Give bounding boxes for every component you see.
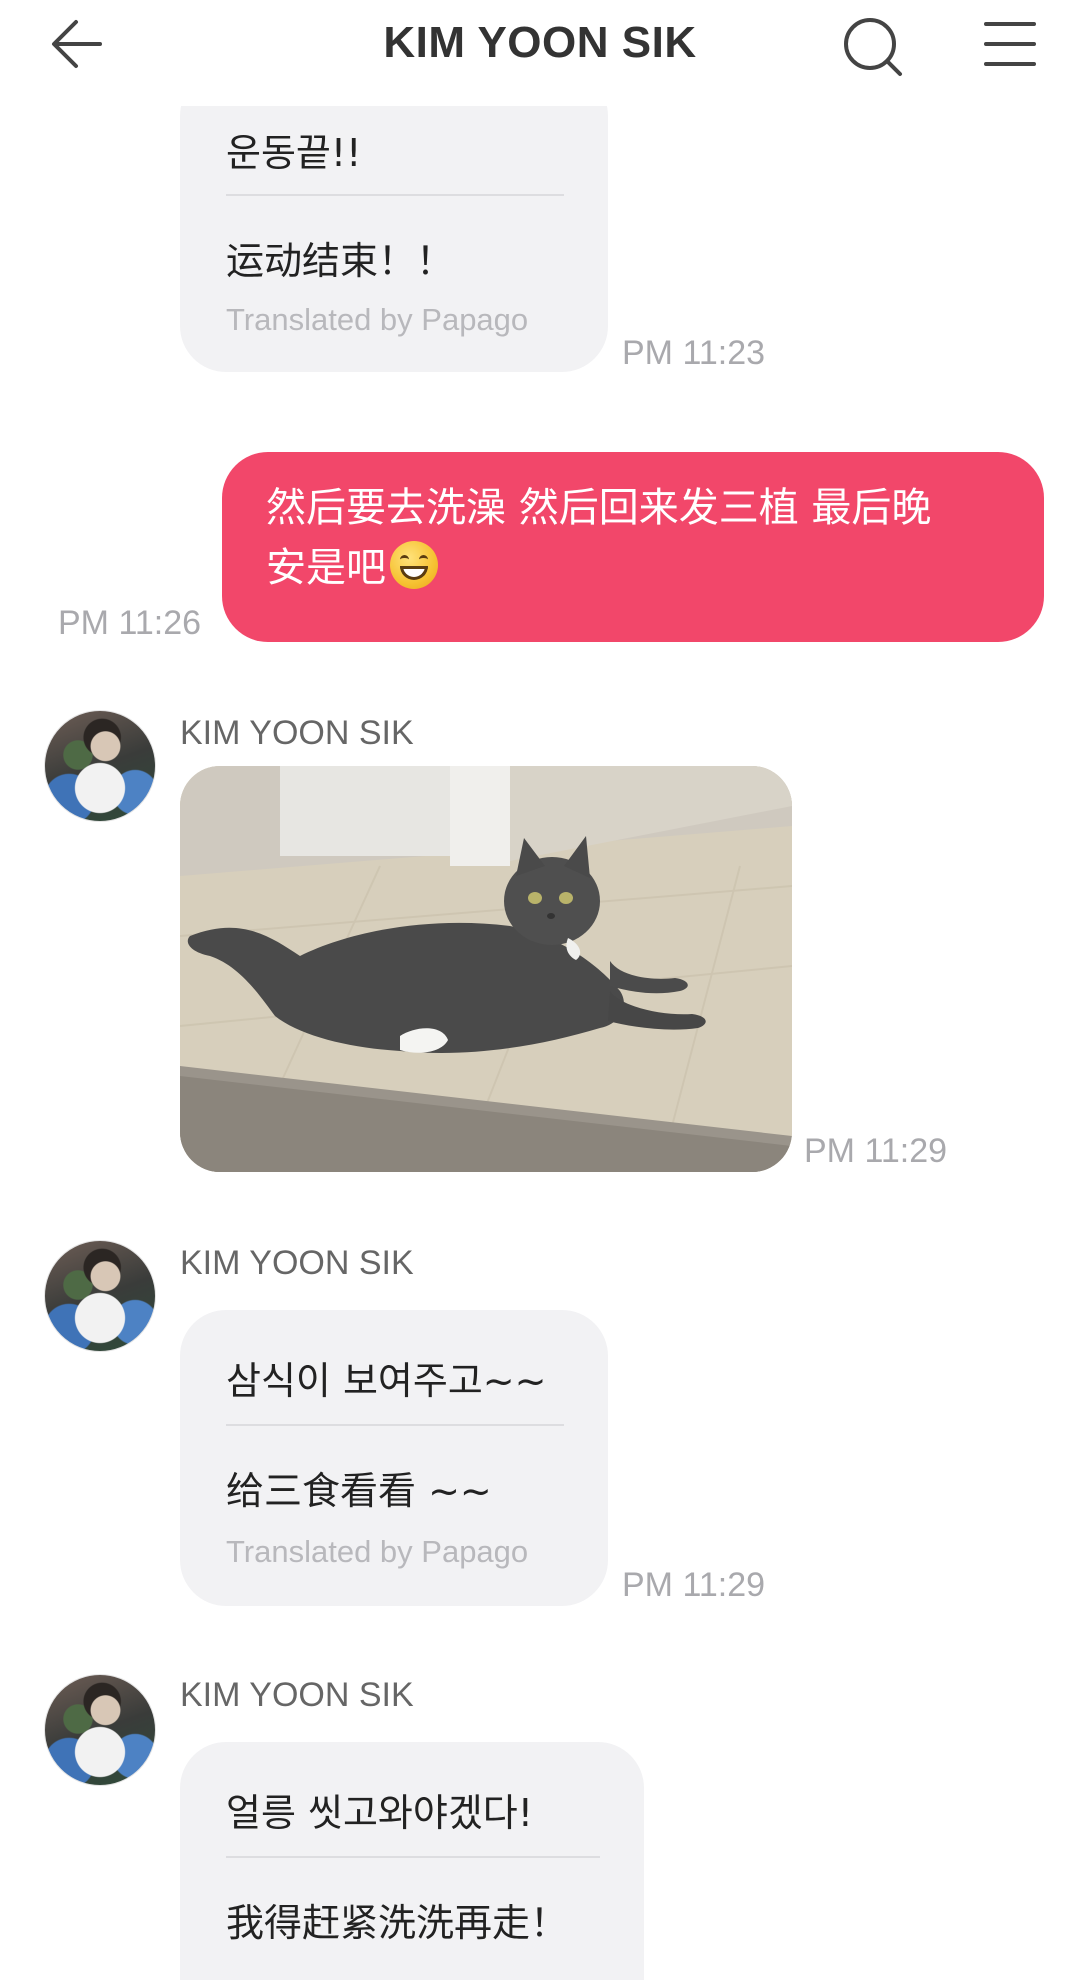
sender-name: KIM YOON SIK	[180, 1676, 414, 1714]
message-time: PM 11:26	[58, 604, 202, 642]
sender-name: KIM YOON SIK	[180, 714, 414, 752]
sender-name: KIM YOON SIK	[180, 1244, 414, 1282]
translated-by-label: Translated by Papago	[226, 302, 529, 337]
cat-photo-image	[180, 766, 792, 1172]
message-original-text: 얼릉 씻고와야겠다!	[226, 1791, 533, 1835]
chat-title: KIM YOON SIK	[383, 18, 697, 67]
outgoing-message-bubble[interactable]: 然后要去洗澡 然后回来发三植 最后晚 安是吧	[222, 452, 1044, 642]
avatar[interactable]	[44, 710, 156, 822]
divider	[226, 1424, 564, 1426]
message-translated-text: 运动结束！！	[226, 239, 455, 283]
cat-photo[interactable]	[180, 766, 792, 1172]
translated-by-label: Translated by Papago	[226, 1534, 529, 1569]
message-translated-text: 我得赶紧洗洗再走！	[226, 1901, 569, 1945]
avatar[interactable]	[44, 1674, 156, 1786]
message-bubble[interactable]: 얼릉 씻고와야겠다! 我得赶紧洗洗再走！	[180, 1742, 644, 1980]
grinning-face-emoji-icon	[390, 541, 438, 589]
search-icon[interactable]	[840, 14, 906, 80]
message-translated-text: 给三食看看 ~~	[226, 1469, 492, 1513]
divider	[226, 1856, 600, 1858]
chat-header: KIM YOON SIK	[0, 0, 1080, 106]
message-original-text: 삼식이 보여주고~~	[226, 1359, 547, 1403]
divider	[226, 194, 564, 196]
menu-icon[interactable]	[982, 16, 1038, 72]
message-time: PM 11:23	[622, 334, 766, 372]
message-bubble[interactable]: 운동끝!! 运动结束！！ Translated by Papago	[180, 70, 608, 372]
message-text-line-2: 安是吧	[266, 545, 386, 591]
message-bubble[interactable]: 삼식이 보여주고~~ 给三食看看 ~~ Translated by Papago	[180, 1310, 608, 1606]
chat-feed[interactable]: 운동끝!! 运动结束！！ Translated by Papago PM 11:…	[0, 0, 1080, 1980]
message-time: PM 11:29	[622, 1566, 766, 1604]
message-original-text: 운동끝!!	[226, 131, 362, 175]
avatar[interactable]	[44, 1240, 156, 1352]
message-time: PM 11:29	[804, 1132, 948, 1170]
message-text-line-1: 然后要去洗澡 然后回来发三植 最后晚	[266, 485, 932, 531]
